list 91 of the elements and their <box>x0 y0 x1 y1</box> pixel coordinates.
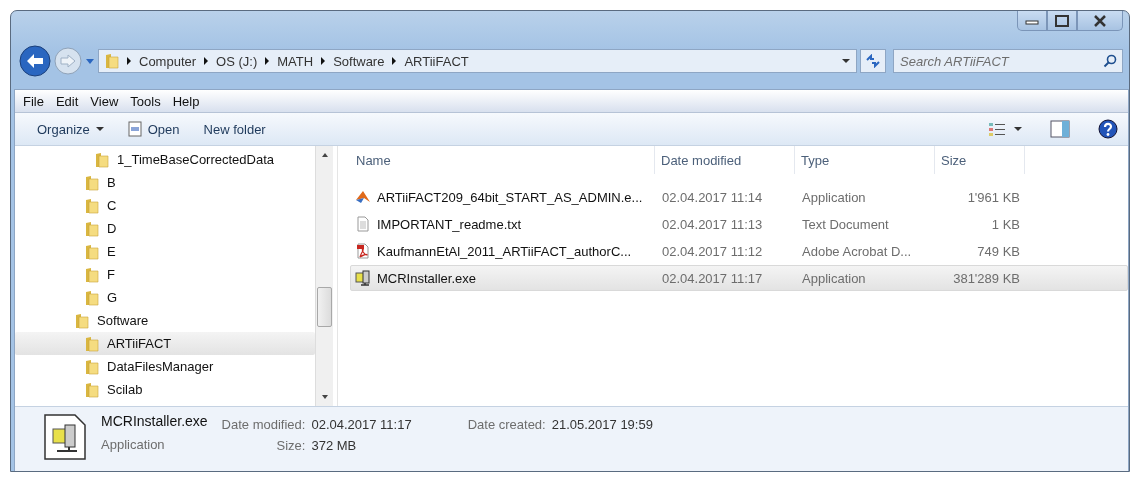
text-file-icon <box>355 216 371 232</box>
file-name: KaufmannEtAl_2011_ARTiiFACT_authorC... <box>377 243 632 259</box>
column-header[interactable]: Date modified <box>655 146 795 174</box>
search-field[interactable]: Search ARTiiFACT <box>893 49 1123 73</box>
caret-icon[interactable] <box>842 59 850 63</box>
pdf-file-icon <box>355 243 371 259</box>
breadcrumb[interactable]: Computer <box>139 53 197 69</box>
address-bar[interactable]: Computer OS (J:) MATH Software ARTiiFACT <box>98 49 857 73</box>
detail-label: Date modified: <box>221 417 306 432</box>
toolbar-button[interactable]: Organize <box>29 117 112 141</box>
folder-icon <box>85 335 99 352</box>
menu-item[interactable]: File <box>19 91 48 111</box>
date-cell-text: 02.04.2017 11:12 <box>661 243 764 259</box>
toolbar-button[interactable]: Open <box>119 117 188 141</box>
folder-icon <box>85 358 99 375</box>
column-header[interactable]: Size <box>935 146 1025 174</box>
tree-item[interactable]: Scilab <box>15 378 315 401</box>
maximize-icon <box>1055 14 1069 27</box>
menu-item[interactable]: Tools <box>126 91 165 111</box>
column-header[interactable]: Type <box>795 146 935 174</box>
file-row[interactable]: MCRInstaller.exe 02.04.2017 11:17 Application 381'289 KB <box>350 265 1128 291</box>
folder-icon <box>85 243 99 260</box>
detail-label: Size: <box>275 438 306 453</box>
column-header[interactable]: Name <box>350 146 655 174</box>
breadcrumb[interactable]: Software <box>333 53 385 69</box>
breadcrumb[interactable]: ARTiiFACT <box>404 53 469 69</box>
date-cell-text: 02.04.2017 11:13 <box>661 216 764 232</box>
folder-icon <box>85 174 99 191</box>
type-cell-text: Text Document <box>801 216 890 232</box>
size-cell-text: 1 KB <box>990 216 1021 232</box>
file-row[interactable]: KaufmannEtAl_2011_ARTiiFACT_authorC... 02.04.2017 11:12 Adobe Acrobat D... 749 KB <box>350 238 1128 264</box>
close-button[interactable] <box>1077 11 1123 31</box>
tree-item[interactable]: 1_TimeBaseCorrectedData <box>15 148 315 171</box>
toolbar-button[interactable]: New folder <box>195 117 274 141</box>
tree-item[interactable]: E <box>15 240 315 263</box>
file-name: MCRInstaller.exe <box>377 270 476 286</box>
search-icon[interactable] <box>1103 54 1117 68</box>
refresh-button[interactable] <box>860 49 886 73</box>
folder-icon <box>85 289 99 306</box>
breadcrumb[interactable]: OS (J:) <box>216 53 258 69</box>
history-dropdown-icon[interactable] <box>85 57 95 65</box>
folder-icon <box>85 381 99 398</box>
tree-item[interactable]: D <box>15 217 315 240</box>
type-cell-text: Application <box>801 270 867 286</box>
type-cell-text: Adobe Acrobat D... <box>801 243 913 259</box>
file-name: IMPORTANT_readme.txt <box>377 216 521 232</box>
file-name: MCRInstaller.exe <box>101 413 208 429</box>
breadcrumb[interactable]: MATH <box>277 53 314 69</box>
file-type: Application <box>101 437 166 452</box>
tree-item[interactable]: B <box>15 171 315 194</box>
view-options-icon[interactable] <box>988 121 1006 137</box>
size-cell-text: 749 KB <box>976 243 1021 259</box>
caret-icon[interactable] <box>1014 127 1022 131</box>
tree-item[interactable]: F <box>15 263 315 286</box>
detail-value: 21.05.2017 19:59 <box>551 417 653 432</box>
size-cell-text: 1'961 KB <box>966 189 1021 205</box>
detail-label: Date created: <box>467 417 546 432</box>
document-icon <box>127 121 142 137</box>
back-button[interactable] <box>19 45 51 77</box>
type-cell-text: Application <box>801 189 867 205</box>
date-cell-text: 02.04.2017 11:14 <box>661 189 764 205</box>
preview-pane-icon[interactable] <box>1050 120 1070 138</box>
cone-icon <box>355 189 371 205</box>
menu-item[interactable]: Edit <box>51 91 83 111</box>
close-icon <box>1093 14 1107 27</box>
folder-icon <box>75 312 89 329</box>
folder-icon <box>105 53 119 69</box>
scrollbar[interactable] <box>315 146 333 406</box>
menu-item[interactable]: View <box>86 91 123 111</box>
installer-icon <box>355 270 371 286</box>
tree-item[interactable]: DataFilesManager <box>15 355 315 378</box>
maximize-button[interactable] <box>1047 11 1077 31</box>
tree-item[interactable]: ARTiiFACT <box>15 332 315 355</box>
help-icon[interactable] <box>1098 119 1118 139</box>
tree-item[interactable]: C <box>15 194 315 217</box>
folder-icon <box>85 220 99 237</box>
file-name: ARTiiFACT209_64bit_START_AS_ADMIN.e... <box>377 189 643 205</box>
tree-item[interactable]: G <box>15 286 315 309</box>
date-cell-text: 02.04.2017 11:17 <box>661 270 764 286</box>
file-row[interactable]: ARTiiFACT209_64bit_START_AS_ADMIN.e... 02.04.2017 11:14 Application 1'961 KB <box>350 184 1128 210</box>
folder-icon <box>85 197 99 214</box>
file-row[interactable]: IMPORTANT_readme.txt 02.04.2017 11:13 Text Document 1 KB <box>350 211 1128 237</box>
folder-icon <box>95 151 109 168</box>
refresh-icon <box>865 54 881 68</box>
detail-value: 02.04.2017 11:17 <box>311 417 412 432</box>
installer-file-icon <box>43 413 87 461</box>
menu-item[interactable]: Help <box>168 91 204 111</box>
size-cell-text: 381'289 KB <box>952 270 1021 286</box>
detail-value: 372 MB <box>311 438 358 453</box>
folder-icon <box>85 266 99 283</box>
tree-item[interactable]: Software <box>15 309 315 332</box>
